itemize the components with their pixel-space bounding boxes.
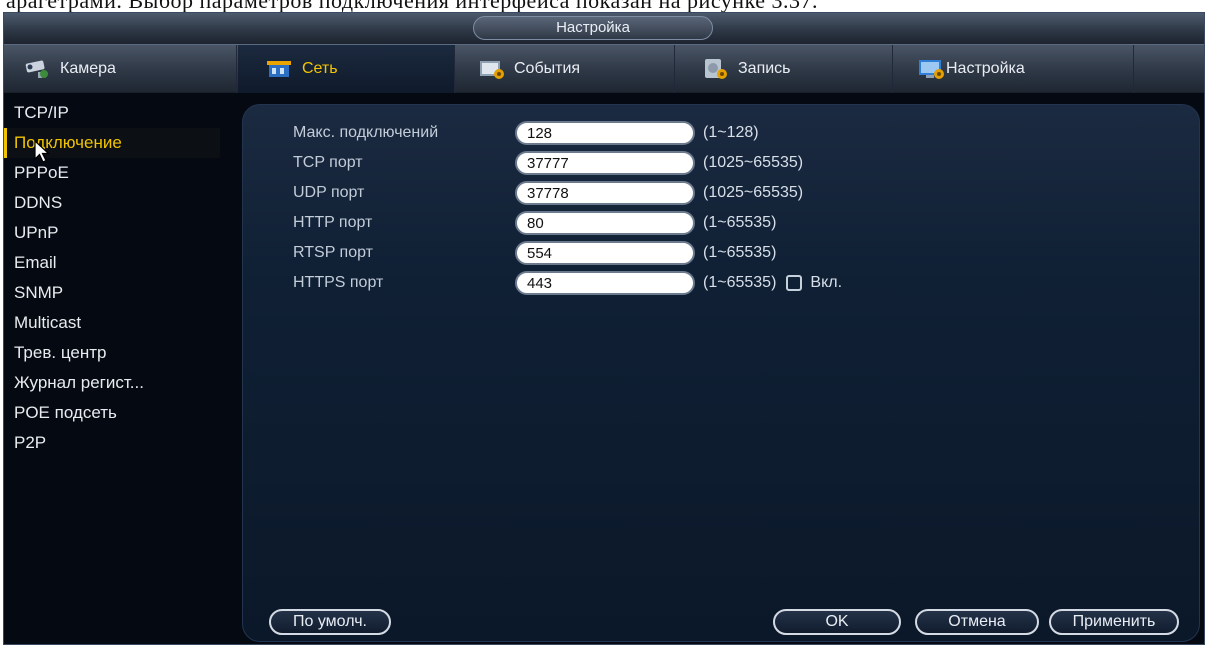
udp-port-label: UDP порт (293, 184, 365, 201)
sidebar-item-email[interactable]: Email (4, 248, 236, 278)
https-port-row: HTTPS порт (1~65535) Вкл. (293, 269, 842, 297)
sidebar-item-snmp[interactable]: SNMP (4, 278, 236, 308)
http-port-input[interactable] (515, 211, 695, 235)
https-enable-checkbox[interactable] (786, 275, 803, 291)
settings-icon (918, 58, 944, 80)
apply-button[interactable]: Применить (1049, 609, 1179, 635)
max-connections-input[interactable] (515, 121, 695, 145)
record-icon (702, 58, 728, 80)
sidebar-item-tcpip[interactable]: TCP/IP (4, 98, 236, 128)
sidebar-item-ddns[interactable]: DDNS (4, 188, 236, 218)
tab-record-label: Запись (738, 60, 791, 77)
https-port-range: (1~65535) (703, 274, 777, 291)
window-title: Настройка (473, 16, 713, 40)
udp-port-input[interactable] (515, 181, 695, 205)
tab-events[interactable]: События (456, 45, 675, 93)
tab-settings[interactable]: Настройка (894, 45, 1134, 93)
tab-bar: Камера Сеть События Запись Настройка (4, 45, 1204, 93)
rtsp-port-label: RTSP порт (293, 244, 373, 261)
default-button[interactable]: По умолч. (269, 609, 391, 635)
settings-window: Настройка Камера Сеть События Запись Нас… (3, 12, 1205, 645)
ok-button[interactable]: OK (773, 609, 901, 635)
sidebar-item-multicast[interactable]: Multicast (4, 308, 236, 338)
tcp-port-row: TCP порт (1025~65535) (293, 149, 803, 177)
cancel-button[interactable]: Отмена (915, 609, 1039, 635)
mouse-cursor-icon (34, 140, 50, 163)
https-port-label: HTTPS порт (293, 274, 384, 291)
http-port-row: HTTP порт (1~65535) (293, 209, 776, 237)
rtsp-port-input[interactable] (515, 241, 695, 265)
tcp-port-label: TCP порт (293, 154, 363, 171)
title-bar: Настройка (4, 13, 1204, 45)
tcp-port-input[interactable] (515, 151, 695, 175)
http-port-label: HTTP порт (293, 214, 373, 231)
tab-settings-label: Настройка (946, 60, 1025, 77)
http-port-range: (1~65535) (703, 214, 777, 231)
tab-network-label: Сеть (302, 60, 338, 77)
sidebar-item-alarm-center[interactable]: Трев. центр (4, 338, 236, 368)
camera-icon (24, 58, 50, 80)
connection-panel: Макс. подключений (1~128) TCP порт (1025… (242, 104, 1200, 642)
max-connections-range: (1~128) (703, 124, 759, 141)
network-icon (266, 58, 292, 80)
events-icon (478, 58, 504, 80)
sidebar-item-p2p[interactable]: P2P (4, 428, 236, 458)
rtsp-port-range: (1~65535) (703, 244, 777, 261)
sidebar-item-register-log[interactable]: Журнал регист... (4, 368, 236, 398)
tab-record[interactable]: Запись (676, 45, 893, 93)
udp-port-range: (1025~65535) (703, 184, 804, 201)
sidebar-item-poe-subnet[interactable]: POE подсеть (4, 398, 236, 428)
max-connections-row: Макс. подключений (1~128) (293, 119, 759, 147)
max-connections-label: Макс. подключений (293, 124, 439, 141)
tab-network[interactable]: Сеть (238, 45, 455, 93)
sidebar-item-upnp[interactable]: UPnP (4, 218, 236, 248)
https-enable-label: Вкл. (810, 274, 843, 291)
https-port-input[interactable] (515, 271, 695, 295)
tab-events-label: События (514, 60, 581, 77)
tcp-port-range: (1025~65535) (703, 154, 804, 171)
sidebar: TCP/IP Подключение PPPoE DDNS UPnP Email… (4, 94, 236, 644)
tab-camera-label: Камера (60, 60, 116, 77)
udp-port-row: UDP порт (1025~65535) (293, 179, 803, 207)
rtsp-port-row: RTSP порт (1~65535) (293, 239, 776, 267)
tab-camera[interactable]: Камера (4, 45, 237, 93)
